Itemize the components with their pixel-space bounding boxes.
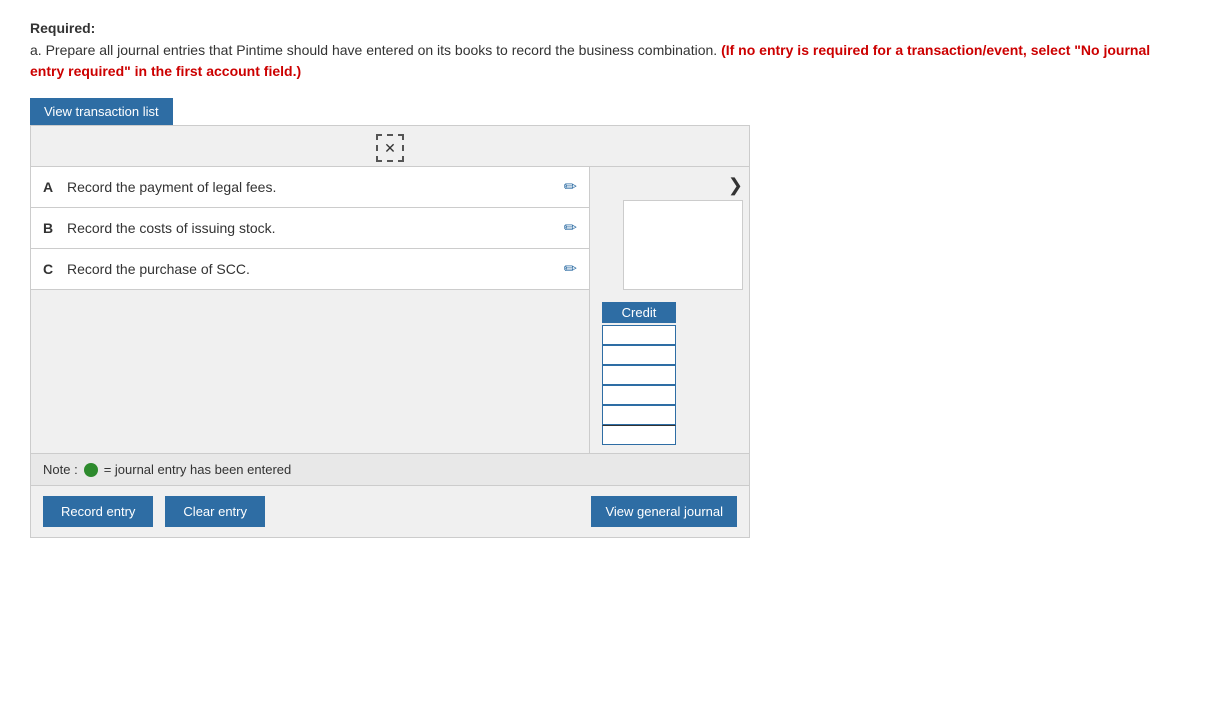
credit-input-6[interactable]	[602, 425, 676, 445]
row-letter-b: B	[43, 220, 59, 236]
panel-content: A Record the payment of legal fees. ✏ B …	[31, 167, 749, 453]
row-text-b: Record the costs of issuing stock.	[67, 220, 556, 236]
credit-input-4[interactable]	[602, 385, 676, 405]
credit-header: Credit	[602, 302, 676, 323]
transaction-row-a: A Record the payment of legal fees. ✏	[31, 167, 589, 208]
panel-buttons: Record entry Clear entry View general jo…	[31, 485, 749, 537]
required-label: Required:	[30, 20, 1176, 36]
clear-entry-button[interactable]: Clear entry	[165, 496, 265, 527]
close-icon[interactable]: ✕	[376, 134, 404, 162]
credit-rows	[602, 325, 676, 445]
edit-icon-b[interactable]: ✏	[564, 218, 577, 238]
left-section: A Record the payment of legal fees. ✏ B …	[31, 167, 589, 453]
main-panel: ✕ A Record the payment of legal fees. ✏ …	[30, 125, 750, 538]
transaction-row-c: C Record the purchase of SCC. ✏	[31, 249, 589, 290]
row-letter-a: A	[43, 179, 59, 195]
row-text-c: Record the purchase of SCC.	[67, 261, 556, 277]
row-text-a: Record the payment of legal fees.	[67, 179, 556, 195]
credit-input-5[interactable]	[602, 405, 676, 425]
credit-input-1[interactable]	[602, 325, 676, 345]
view-transaction-btn[interactable]: View transaction list	[30, 98, 173, 125]
edit-icon-a[interactable]: ✏	[564, 177, 577, 197]
edit-icon-c[interactable]: ✏	[564, 259, 577, 279]
panel-top-bar: ✕	[31, 126, 749, 167]
bottom-empty	[31, 290, 589, 410]
row-letter-c: C	[43, 261, 59, 277]
green-dot	[84, 463, 98, 477]
record-entry-button[interactable]: Record entry	[43, 496, 153, 527]
credit-section: Credit	[596, 302, 743, 445]
credit-input-2[interactable]	[602, 345, 676, 365]
transaction-row-b: B Record the costs of issuing stock. ✏	[31, 208, 589, 249]
chevron-right-icon[interactable]: ❯	[728, 175, 743, 196]
view-general-journal-button[interactable]: View general journal	[591, 496, 737, 527]
instruction: a. Prepare all journal entries that Pint…	[30, 40, 1176, 82]
credit-input-3[interactable]	[602, 365, 676, 385]
right-inner-box	[623, 200, 743, 290]
panel-footer: Note : = journal entry has been entered	[31, 453, 749, 485]
note-prefix: Note : = journal entry has been entered	[43, 462, 737, 477]
right-section: ❯ Credit	[589, 167, 749, 453]
